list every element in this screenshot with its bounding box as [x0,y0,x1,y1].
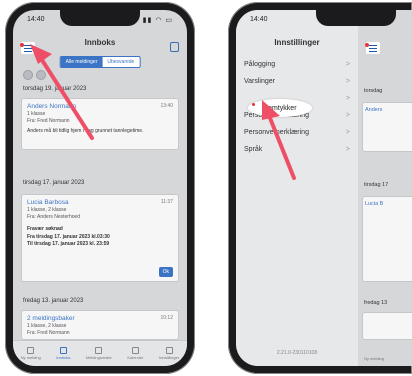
class-line: 1 klasse, 2 klasse [27,323,67,329]
new-message-icon [27,347,35,354]
sender-name: 2 meldingsbaker [27,315,75,322]
class-line: 1 klasse, 2 klasse [27,207,67,213]
status-time: 14:40 [250,16,268,23]
date-header: torsdag 19. januar 2023 [23,86,87,92]
settings-screen: 14:40 Innstillinger Pålogging > Varslinge… [236,10,412,366]
inbox-screen: 14:40 ▮▮ ◠ ▭ Innboks Alle meldinger Ubes… [13,10,187,366]
calendar-icon [131,347,139,354]
message-card[interactable]: 2 meldingsbaker 10:12 1 klasse, 2 klasse… [21,310,179,340]
status-time: 14:40 [27,16,45,23]
message-time: 13:40 [160,103,173,109]
chevron-right-icon: > [345,95,350,102]
tab-bar: Ny melding Innboks Meldingsmaler Kalende… [13,340,187,366]
chevron-right-icon: > [345,78,350,85]
inbox-peek: ▮▮ ◠ torsdag Anders tirsdag 17 Lucia B f… [358,10,412,366]
compose-icon[interactable] [170,42,179,52]
date-header: torsdag [364,88,383,94]
tutorial-stage: 14:40 ▮▮ ◠ ▭ Innboks Alle meldinger Ubes… [0,0,412,376]
from-line: Fra: Fred Normann [27,330,70,336]
notification-dot [252,103,255,106]
menu-item-notifications[interactable]: Varslinger > [236,73,358,90]
book-icon [95,347,103,354]
phone-left: 14:40 ▮▮ ◠ ▭ Innboks Alle meldinger Ubes… [5,2,195,374]
message-card[interactable]: Lucia Barbosa 11:37 1 klasse, 2 klasse F… [21,194,179,282]
ok-button[interactable]: Ok [158,267,173,277]
class-line: 1 klasse [27,111,46,117]
highlight-consents[interactable]: Samtykker [248,99,312,117]
date-header: tirsdag 17 [364,182,389,188]
menu-item-login[interactable]: Pålogging > [236,56,358,73]
phone-right: 14:40 Innstillinger Pålogging > Varslinge… [228,2,412,374]
notch [316,10,396,26]
message-card[interactable] [362,312,412,340]
message-card[interactable]: Anders Normann 13:40 1 klasse Fra: Fred … [21,98,179,150]
app-version: 2.21.0-230110108 [276,350,318,356]
drawer-title: Innstillinger [274,38,320,47]
message-card[interactable]: Lucia B [362,196,412,282]
date-header: tirsdag 17. januar 2023 [23,180,85,186]
date-header: fredag 13 [364,300,388,306]
menu-button[interactable] [365,42,380,54]
message-card[interactable]: Anders [362,102,412,152]
tab-templates[interactable]: Meldingsmaler [86,347,112,360]
message-filter: Alle meldinger Ubesvarede [59,56,141,68]
tab-all-messages[interactable]: Alle meldinger [60,57,103,67]
tab-calendar[interactable]: Kalender [127,347,143,360]
from-line: Fra: Fred Normann [27,118,70,124]
menu-item-language[interactable]: Språk > [236,141,358,158]
sender-name: Lucia Barbosa [27,199,69,206]
page-title: Innboks [84,38,116,47]
tab-settings[interactable]: Innstillinger [159,347,179,360]
message-body: Anders må bli tidlig hjem i dag grunnet … [27,128,144,134]
absence-to: Til tirsdag 17. januar 2023 kl. 23:59 [27,240,110,247]
tab-unanswered[interactable]: Ubesvarede [102,57,140,67]
chevron-right-icon: > [345,61,350,68]
inbox-icon [59,347,67,354]
chevron-right-icon: > [345,129,350,136]
tab-new-message[interactable]: Ny melding [21,347,41,360]
chevron-right-icon: > [345,146,350,153]
from-line: Fra: Anders Nesterhoed [27,214,81,220]
chip-icon[interactable] [36,70,46,80]
settings-drawer: 14:40 Innstillinger Pålogging > Varslinge… [236,10,358,366]
date-header: fredag 13. januar 2023 [23,298,84,304]
sender-name: Anders Normann [27,103,77,110]
notch [60,10,140,26]
filter-chips [23,70,46,80]
chevron-right-icon: > [345,112,350,119]
menu-item-privacy-statement[interactable]: Personvernerklæring > [236,124,358,141]
settings-icon [165,347,173,354]
tab-inbox[interactable]: Innboks [56,347,70,360]
chip-icon[interactable] [23,70,33,80]
absence-title: Fravær søknad [27,226,63,232]
message-time: 10:12 [160,315,173,321]
tab-new-message[interactable]: Ny melding [364,356,384,361]
message-time: 11:37 [160,199,173,205]
absence-from: Fra tirsdag 17. januar 2023 kl.03:30 [27,233,110,240]
status-icons: ▮▮ ◠ ▭ [142,17,173,24]
